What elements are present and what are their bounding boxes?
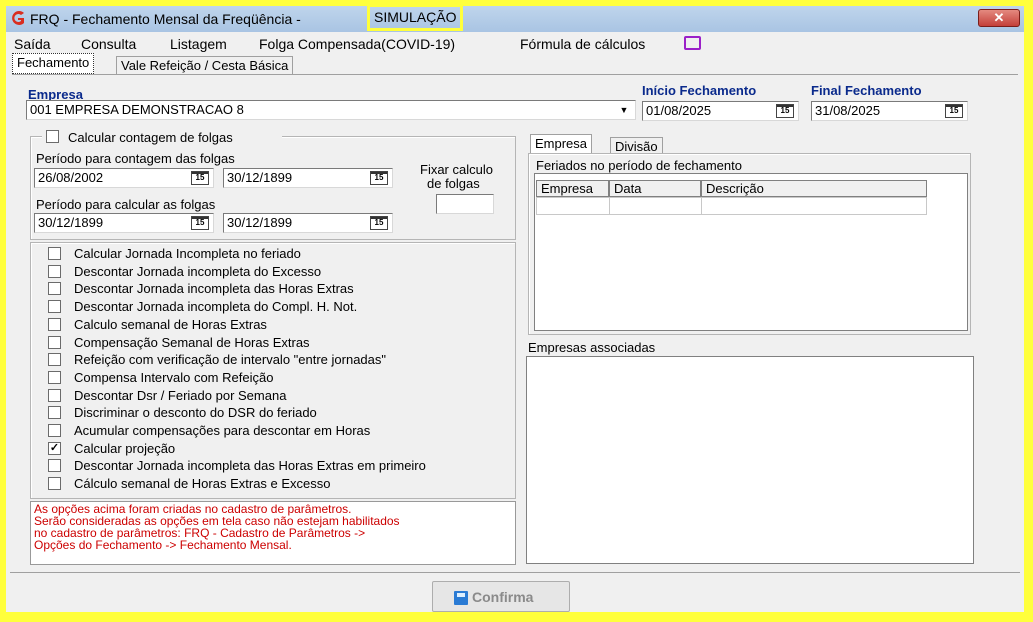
note-line: Opções do Fechamento -> Fechamento Mensa… <box>34 538 292 552</box>
table-row[interactable] <box>536 197 927 215</box>
menu-folga-compensada[interactable]: Folga Compensada(COVID-19) <box>259 36 455 52</box>
periodo-calcular-label: Período para calcular as folgas <box>36 197 216 212</box>
calendar-icon[interactable]: 15 <box>776 104 794 118</box>
menu-consulta[interactable]: Consulta <box>81 36 136 52</box>
inicio-label: Início Fechamento <box>642 83 757 98</box>
option-label: Descontar Dsr / Feriado por Semana <box>74 387 287 403</box>
option-label: Descontar Jornada incompleta das Horas E… <box>74 458 426 474</box>
tab-fechamento[interactable]: Fechamento <box>12 53 95 74</box>
option-checkbox[interactable] <box>48 264 61 278</box>
column-header[interactable]: Empresa <box>536 180 609 197</box>
periodo-contagem-label: Período para contagem das folgas <box>36 151 235 166</box>
window: FRQ - Fechamento Mensal da Freqüência - … <box>6 4 1024 612</box>
option-label: Descontar Jornada incompleta do Compl. H… <box>74 299 358 315</box>
option-checkbox[interactable] <box>48 335 61 349</box>
fixar-label: Fixar calculo <box>420 162 493 177</box>
option-checkbox[interactable] <box>48 406 61 420</box>
option-checkbox[interactable] <box>48 317 61 331</box>
cell-divider <box>701 198 702 214</box>
calendar-icon[interactable]: 15 <box>191 171 209 185</box>
tab-empresa[interactable]: Empresa <box>530 134 593 154</box>
option-checkbox[interactable] <box>48 459 61 473</box>
confirma-button[interactable]: Confirma <box>432 581 570 612</box>
option-label: Cálculo semanal de Horas Extras e Excess… <box>74 476 331 492</box>
calcular-fim-field[interactable]: 30/12/1899 <box>223 213 393 233</box>
option-checkbox[interactable] <box>48 424 61 437</box>
calcular-inicio-field[interactable]: 30/12/1899 <box>34 213 214 233</box>
option-checkbox[interactable] <box>48 282 61 296</box>
option-checkbox[interactable]: ✓ <box>48 441 61 455</box>
cell-divider <box>609 198 610 214</box>
window-title-highlight: SIMULAÇÃO <box>367 4 464 31</box>
empresa-select[interactable]: 001 EMPRESA DEMONSTRACAO 8 <box>26 100 636 120</box>
option-label: Descontar Jornada incompleta do Excesso <box>74 263 322 279</box>
option-label: Calculo semanal de Horas Extras <box>74 316 267 332</box>
chat-icon[interactable] <box>684 36 701 50</box>
option-checkbox[interactable] <box>48 247 61 260</box>
tab-divider <box>12 74 1018 75</box>
tab-vale-refeicao[interactable]: Vale Refeição / Cesta Básica <box>116 56 294 75</box>
menu-saida[interactable]: Saída <box>14 36 51 52</box>
menu-listagem[interactable]: Listagem <box>170 36 227 52</box>
option-label: Calcular Jornada Incompleta no feriado <box>74 246 301 261</box>
calendar-icon[interactable]: 15 <box>370 216 388 230</box>
bottom-divider <box>10 572 1020 573</box>
option-checkbox[interactable] <box>48 370 61 384</box>
option-checkbox[interactable] <box>48 388 61 402</box>
option-label: Compensa Intervalo com Refeição <box>74 369 274 385</box>
calendar-icon[interactable]: 15 <box>945 104 963 118</box>
option-checkbox[interactable] <box>48 300 61 314</box>
contagem-fim-field[interactable]: 30/12/1899 <box>223 168 393 188</box>
column-header[interactable]: Descrição <box>701 180 927 197</box>
associadas-title: Empresas associadas <box>528 340 656 355</box>
option-checkbox[interactable] <box>48 353 61 367</box>
fixar-field[interactable] <box>436 194 494 214</box>
calcular-folgas-label: Calcular contagem de folgas <box>68 130 233 145</box>
final-label: Final Fechamento <box>811 83 922 98</box>
menu-formula-calculos[interactable]: Fórmula de cálculos <box>520 36 645 52</box>
tab-divisao[interactable]: Divisão <box>610 137 663 154</box>
calendar-icon[interactable]: 15 <box>370 171 388 185</box>
option-label: Descontar Jornada incompleta das Horas E… <box>74 281 354 297</box>
window-frame: FRQ - Fechamento Mensal da Freqüência - … <box>0 0 1033 622</box>
window-title: FRQ - Fechamento Mensal da Freqüência - <box>30 11 301 27</box>
column-header[interactable]: Data <box>609 180 701 197</box>
close-button[interactable]: ✕ <box>978 9 1020 27</box>
info-note: As opções acima foram criadas no cadastr… <box>30 501 516 565</box>
associadas-list[interactable] <box>526 356 974 564</box>
contagem-inicio-field[interactable]: 26/08/2002 <box>34 168 214 188</box>
app-logo-icon <box>12 11 24 25</box>
option-checkbox[interactable] <box>48 477 61 491</box>
option-label: Discriminar o desconto do DSR do feriado <box>74 405 317 421</box>
option-label: Acumular compensações para descontar em … <box>74 423 371 438</box>
option-label: Refeição com verificação de intervalo "e… <box>74 352 386 368</box>
fixar-label-2: de folgas <box>427 176 480 191</box>
option-label: Calcular projeção <box>74 440 176 456</box>
feriados-title: Feriados no período de fechamento <box>536 158 742 173</box>
confirma-label: Confirma <box>472 589 534 605</box>
calcular-folgas-checkbox[interactable] <box>46 130 59 143</box>
option-label: Compensação Semanal de Horas Extras <box>74 334 310 350</box>
title-bar: FRQ - Fechamento Mensal da Freqüência - … <box>6 4 1024 32</box>
chevron-down-icon[interactable]: ▼ <box>614 102 634 118</box>
save-icon <box>454 591 468 605</box>
calendar-icon[interactable]: 15 <box>191 216 209 230</box>
